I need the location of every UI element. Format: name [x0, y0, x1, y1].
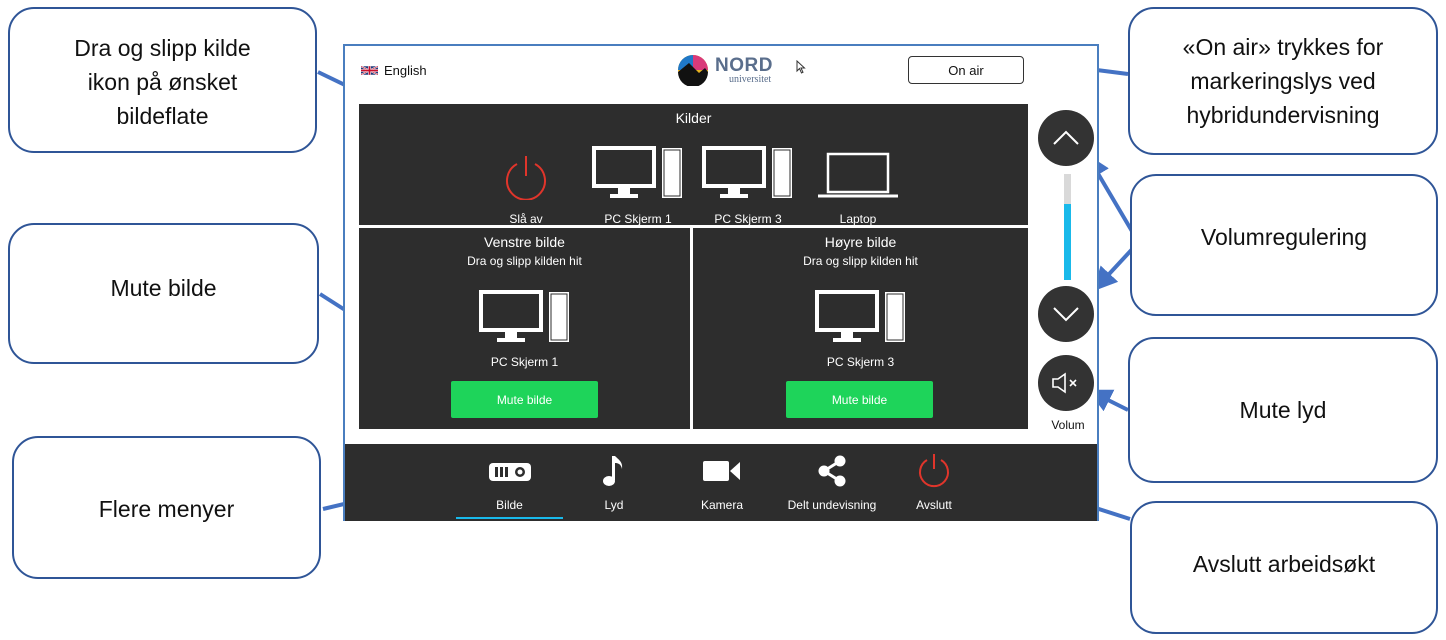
- language-switch[interactable]: English: [361, 63, 427, 78]
- power-icon: [919, 454, 949, 488]
- mute-right-button[interactable]: Mute bilde: [786, 381, 933, 418]
- laptop-icon: [818, 152, 898, 198]
- left-display-zone[interactable]: Venstre bilde Dra og slipp kilden hit PC…: [359, 228, 690, 429]
- on-air-button[interactable]: On air: [908, 56, 1024, 84]
- source-pc-screen-3[interactable]: PC Skjerm 3: [693, 138, 803, 226]
- callout-more-menus: Flere menyer: [12, 436, 321, 579]
- chevron-down-icon: [1053, 307, 1079, 322]
- desktop-pc-icon: [814, 290, 905, 342]
- volume-level-bar[interactable]: [1064, 174, 1071, 280]
- video-camera-icon: [703, 461, 740, 481]
- left-display-source: PC Skjerm 1: [490, 355, 559, 369]
- left-display-hint: Dra og slipp kilden hit: [467, 254, 582, 268]
- source-label: Laptop: [839, 212, 877, 226]
- music-note-icon: [603, 456, 623, 486]
- callout-mute-sound: Mute lyd: [1128, 337, 1438, 483]
- right-display-zone[interactable]: Høyre bilde Dra og slipp kilden hit PC S…: [693, 228, 1028, 429]
- nav-label: Lyd: [604, 498, 624, 512]
- desktop-pc-icon: [702, 146, 792, 198]
- right-display-title: Høyre bilde: [824, 234, 897, 250]
- nord-logo: NORD universitet: [675, 54, 773, 86]
- top-bar: English NORD universitet On air: [345, 46, 1097, 100]
- nav-label: Delt undevisning: [787, 498, 877, 512]
- desktop-pc-icon: [478, 290, 569, 342]
- speaker-mute-icon: [1052, 372, 1077, 394]
- source-label: PC Skjerm 1: [604, 212, 672, 226]
- volume-level-fill: [1064, 203, 1071, 280]
- source-pc-screen-1[interactable]: PC Skjerm 1: [583, 138, 693, 226]
- source-laptop[interactable]: Laptop: [803, 138, 913, 226]
- mute-left-button[interactable]: Mute bilde: [451, 381, 598, 418]
- nord-logo-icon: [678, 55, 708, 86]
- power-icon: [506, 156, 546, 200]
- control-panel: English NORD universitet On air Kilder S…: [343, 44, 1099, 521]
- nav-label: Kamera: [700, 498, 744, 512]
- nav-bilde[interactable]: Bilde: [456, 454, 563, 512]
- arrow-mute-sound: [1087, 389, 1129, 412]
- share-icon: [818, 455, 846, 487]
- chevron-up-icon: [1053, 130, 1079, 145]
- mouse-cursor-icon: [796, 60, 806, 74]
- callout-drag-drop: Dra og slipp kilde ikon på ønsket bildefla…: [8, 7, 317, 153]
- volume-down-button[interactable]: [1038, 286, 1094, 342]
- callout-volume: Volumregulering: [1130, 174, 1438, 316]
- active-tab-indicator: [456, 517, 563, 519]
- right-display-source: PC Skjerm 3: [826, 355, 895, 369]
- volume-label: Volum: [1051, 418, 1085, 432]
- left-display-title: Venstre bilde: [484, 234, 565, 250]
- nav-label: Avslutt: [916, 498, 952, 512]
- nav-avslutt[interactable]: Avslutt: [889, 454, 979, 512]
- logo-subtitle: universitet: [729, 73, 772, 85]
- sources-title: Kilder: [675, 110, 712, 126]
- callout-mute-picture: Mute bilde: [8, 223, 319, 364]
- callout-on-air: «On air» trykkes for markeringslys ved hyb…: [1128, 7, 1438, 155]
- nav-label: Bilde: [496, 498, 523, 512]
- bottom-nav: Bilde Lyd Kamera Delt undevisning Avslut…: [345, 444, 1097, 521]
- volume-up-button[interactable]: [1038, 110, 1094, 166]
- nav-kamera[interactable]: Kamera: [677, 454, 767, 512]
- source-power-off[interactable]: Slå av: [471, 138, 581, 226]
- callout-end-session: Avslutt arbeidsøkt: [1130, 501, 1438, 634]
- right-display-hint: Dra og slipp kilden hit: [803, 254, 918, 268]
- source-label: Slå av: [509, 212, 543, 226]
- logo-title: NORD: [715, 54, 773, 76]
- desktop-pc-icon: [592, 146, 682, 198]
- uk-flag-icon: [361, 65, 378, 76]
- source-label: PC Skjerm 3: [714, 212, 782, 226]
- nav-lyd[interactable]: Lyd: [569, 454, 659, 512]
- sources-panel: Kilder Slå av PC Skjerm 1 PC Skjerm 3 La…: [359, 104, 1028, 226]
- nav-delt-undervisning[interactable]: Delt undevisning: [772, 454, 892, 512]
- mute-sound-button[interactable]: [1038, 355, 1094, 411]
- projector-icon: [488, 463, 531, 481]
- language-label: English: [384, 63, 427, 78]
